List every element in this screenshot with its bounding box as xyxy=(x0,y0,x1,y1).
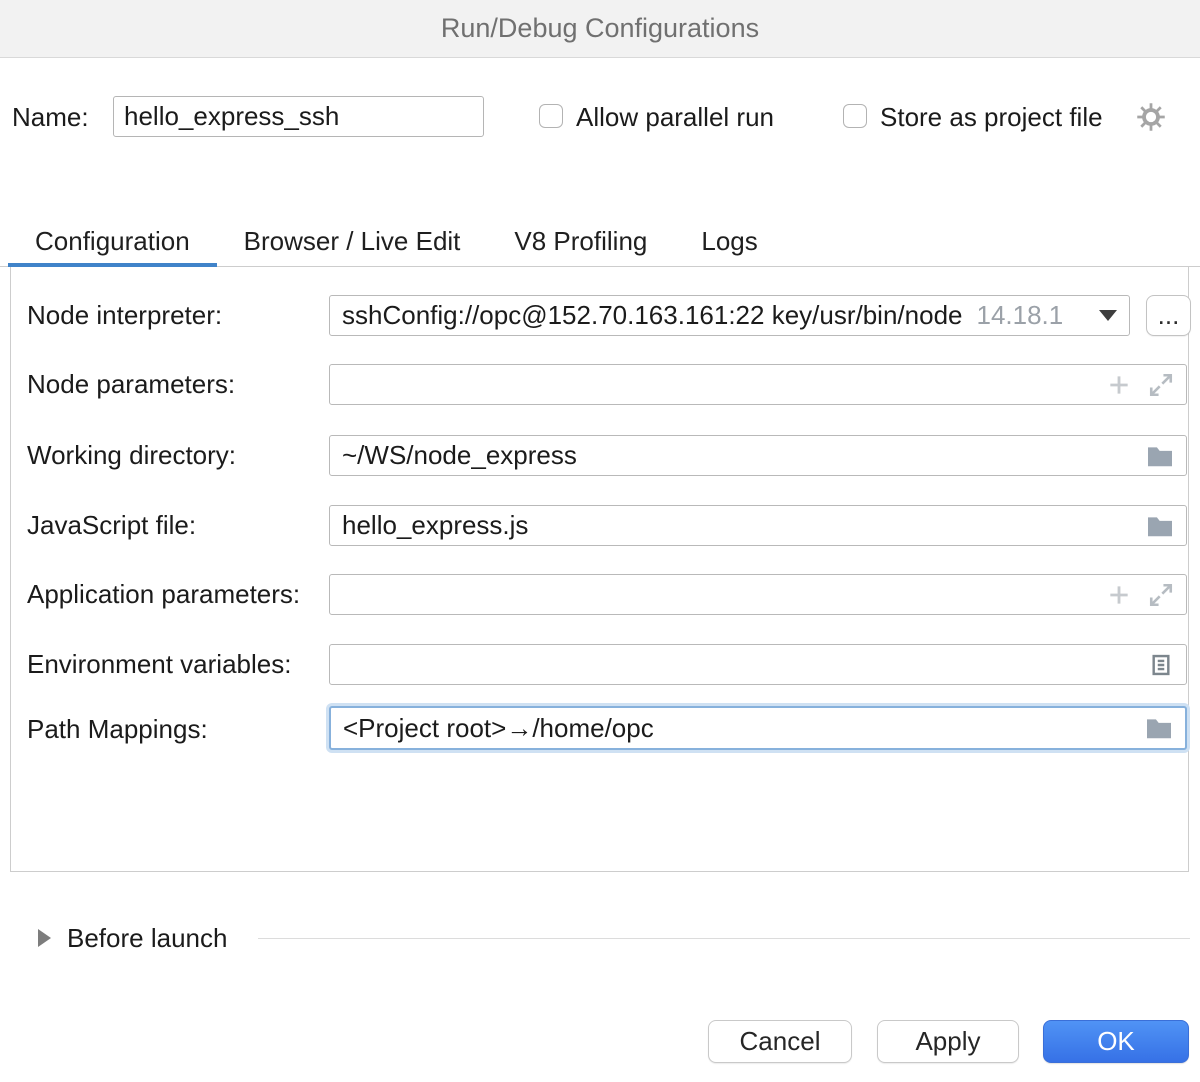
application-parameters-input[interactable] xyxy=(329,574,1187,615)
node-interpreter-label: Node interpreter: xyxy=(27,300,222,331)
configuration-name-input[interactable] xyxy=(113,96,484,137)
javascript-file-input[interactable]: hello_express.js xyxy=(329,505,1187,546)
tab-browser-live-edit-label: Browser / Live Edit xyxy=(244,226,461,257)
tab-logs-label: Logs xyxy=(701,226,757,257)
plus-icon[interactable] xyxy=(1106,582,1132,608)
store-as-project-file-checkbox[interactable] xyxy=(843,104,867,128)
expand-icon[interactable] xyxy=(1148,372,1174,398)
before-launch-separator xyxy=(258,938,1190,939)
allow-parallel-run-label: Allow parallel run xyxy=(576,102,774,133)
disclosure-triangle-icon[interactable] xyxy=(38,929,51,947)
before-launch-label[interactable]: Before launch xyxy=(67,923,227,954)
run-debug-configurations-dialog: Run/Debug Configurations Name: Allow par… xyxy=(0,0,1200,1082)
environment-variables-label: Environment variables: xyxy=(27,649,291,680)
cancel-button-label: Cancel xyxy=(740,1026,821,1057)
dialog-title: Run/Debug Configurations xyxy=(441,13,759,44)
browse-ellipsis-label: ... xyxy=(1158,300,1180,331)
node-interpreter-browse-button[interactable]: ... xyxy=(1146,295,1191,336)
path-mappings-value: <Project root>→/home/opc xyxy=(343,713,654,744)
node-parameters-input[interactable] xyxy=(329,364,1187,405)
apply-button[interactable]: Apply xyxy=(877,1020,1019,1063)
tab-browser-live-edit[interactable]: Browser / Live Edit xyxy=(217,217,488,266)
environment-variables-input[interactable] xyxy=(329,644,1187,685)
gear-icon[interactable] xyxy=(1136,102,1166,132)
node-parameters-label: Node parameters: xyxy=(27,369,235,400)
name-label: Name: xyxy=(12,102,89,133)
tab-configuration-label: Configuration xyxy=(35,226,190,257)
path-mappings-label: Path Mappings: xyxy=(27,714,208,745)
folder-icon[interactable] xyxy=(1145,716,1173,740)
store-as-project-file-label: Store as project file xyxy=(880,102,1103,133)
tab-logs[interactable]: Logs xyxy=(674,217,784,266)
ok-button[interactable]: OK xyxy=(1043,1020,1189,1063)
tab-configuration[interactable]: Configuration xyxy=(8,217,217,266)
browse-variables-icon[interactable] xyxy=(1148,652,1174,678)
tab-bar: Configuration Browser / Live Edit V8 Pro… xyxy=(0,217,1200,267)
node-interpreter-value: sshConfig://opc@152.70.163.161:22 key/us… xyxy=(342,300,962,331)
path-mappings-input[interactable]: <Project root>→/home/opc xyxy=(329,706,1187,750)
node-interpreter-version: 14.18.1 xyxy=(976,300,1063,331)
expand-icon[interactable] xyxy=(1148,582,1174,608)
allow-parallel-run-checkbox[interactable] xyxy=(539,104,563,128)
ok-button-label: OK xyxy=(1097,1026,1135,1057)
application-parameters-label: Application parameters: xyxy=(27,579,300,610)
plus-icon[interactable] xyxy=(1106,372,1132,398)
working-directory-label: Working directory: xyxy=(27,440,236,471)
tab-v8-profiling-label: V8 Profiling xyxy=(514,226,647,257)
javascript-file-value: hello_express.js xyxy=(342,510,528,541)
node-interpreter-combobox[interactable]: sshConfig://opc@152.70.163.161:22 key/us… xyxy=(329,295,1130,336)
chevron-down-icon[interactable] xyxy=(1099,310,1117,321)
javascript-file-label: JavaScript file: xyxy=(27,510,196,541)
working-directory-value: ~/WS/node_express xyxy=(342,440,577,471)
configuration-tab-panel: Node interpreter: sshConfig://opc@152.70… xyxy=(10,267,1189,872)
apply-button-label: Apply xyxy=(915,1026,980,1057)
folder-icon[interactable] xyxy=(1146,514,1174,538)
tab-v8-profiling[interactable]: V8 Profiling xyxy=(487,217,674,266)
dialog-titlebar: Run/Debug Configurations xyxy=(0,0,1200,58)
working-directory-input[interactable]: ~/WS/node_express xyxy=(329,435,1187,476)
cancel-button[interactable]: Cancel xyxy=(708,1020,852,1063)
folder-icon[interactable] xyxy=(1146,444,1174,468)
